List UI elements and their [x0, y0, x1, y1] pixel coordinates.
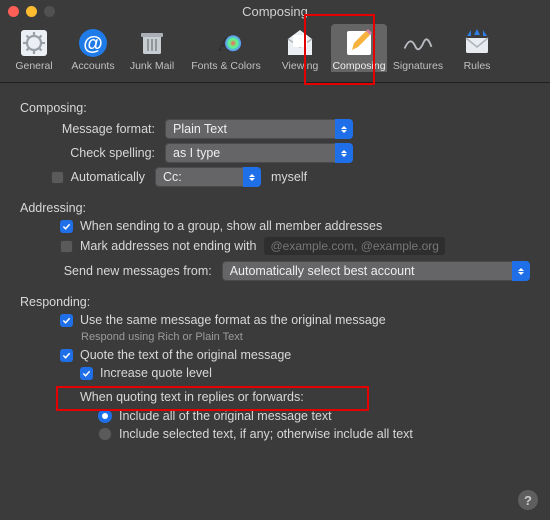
select-value: Cc: [163, 170, 182, 184]
select-value: Plain Text [173, 122, 227, 136]
auto-suffix: myself [271, 170, 307, 184]
same-format-checkbox[interactable] [60, 314, 73, 327]
when-quoting-label: When quoting text in replies or forwards… [80, 390, 530, 404]
gear-icon [18, 27, 50, 59]
tab-label: Signatures [393, 60, 443, 72]
quote-original-checkbox[interactable] [60, 349, 73, 362]
chevron-updown-icon [335, 119, 353, 139]
tab-junk-mail[interactable]: Junk Mail [124, 24, 180, 72]
tab-label: Fonts & Colors [191, 60, 260, 72]
group-addresses-label: When sending to a group, show all member… [80, 219, 382, 233]
tab-label: General [15, 60, 52, 72]
window-title: Composing [0, 4, 550, 19]
tab-viewing[interactable]: Viewing [272, 24, 328, 72]
compose-icon [343, 27, 375, 59]
select-value: as I type [173, 146, 220, 160]
group-addresses-checkbox[interactable] [60, 220, 73, 233]
include-all-radio[interactable] [98, 409, 112, 423]
increase-quote-checkbox[interactable] [80, 367, 93, 380]
svg-text:@: @ [83, 33, 103, 55]
tab-label: Rules [464, 60, 491, 72]
same-format-sub: Respond using Rich or Plain Text [81, 331, 530, 343]
send-from-label: Send new messages from: [20, 264, 212, 278]
tab-composing[interactable]: Composing [331, 24, 387, 72]
auto-cc-checkbox[interactable] [51, 171, 64, 184]
mark-addresses-checkbox[interactable] [60, 240, 73, 253]
section-composing-heading: Composing: [20, 101, 530, 115]
message-format-label: Message format: [20, 122, 155, 136]
chevron-updown-icon [243, 167, 261, 187]
tab-label: Accounts [71, 60, 114, 72]
help-button[interactable]: ? [518, 490, 538, 510]
at-icon: @ [77, 27, 109, 59]
trash-icon [136, 27, 168, 59]
auto-cc-label: Automatically [71, 170, 145, 184]
include-selected-radio[interactable] [98, 427, 112, 441]
mark-domains-field[interactable]: @example.com, @example.org [264, 237, 444, 255]
same-format-label: Use the same message format as the origi… [80, 313, 386, 327]
chevron-updown-icon [335, 143, 353, 163]
increase-quote-label: Increase quote level [100, 366, 212, 380]
auto-field-select[interactable]: Cc: [155, 167, 261, 187]
mark-addresses-label: Mark addresses not ending with [80, 239, 256, 253]
select-value: Automatically select best account [230, 264, 415, 278]
tab-accounts[interactable]: @ Accounts [65, 24, 121, 72]
tab-signatures[interactable]: Signatures [390, 24, 446, 72]
chevron-updown-icon [512, 261, 530, 281]
section-addressing-heading: Addressing: [20, 201, 530, 215]
tab-general[interactable]: General [6, 24, 62, 72]
message-format-select[interactable]: Plain Text [165, 119, 353, 139]
check-spelling-label: Check spelling: [20, 146, 155, 160]
quote-original-label: Quote the text of the original message [80, 348, 291, 362]
section-responding-heading: Responding: [20, 295, 530, 309]
titlebar: Composing [0, 0, 550, 22]
include-all-label: Include all of the original message text [119, 409, 332, 423]
envelope-open-icon [284, 27, 316, 59]
send-from-select[interactable]: Automatically select best account [222, 261, 530, 281]
tab-label: Composing [332, 60, 385, 72]
fonts-icon: A [210, 27, 242, 59]
preferences-toolbar: General @ Accounts Junk Mail A Fonts & C… [0, 22, 550, 83]
tab-fonts-colors[interactable]: A Fonts & Colors [183, 24, 269, 72]
tab-label: Junk Mail [130, 60, 174, 72]
signature-icon [402, 27, 434, 59]
settings-pane: Composing: Message format: Plain Text Ch… [0, 83, 550, 441]
include-selected-label: Include selected text, if any; otherwise… [119, 427, 413, 441]
tab-label: Viewing [282, 60, 319, 72]
check-spelling-select[interactable]: as I type [165, 143, 353, 163]
tab-rules[interactable]: Rules [449, 24, 505, 72]
envelope-arrows-icon [461, 27, 493, 59]
